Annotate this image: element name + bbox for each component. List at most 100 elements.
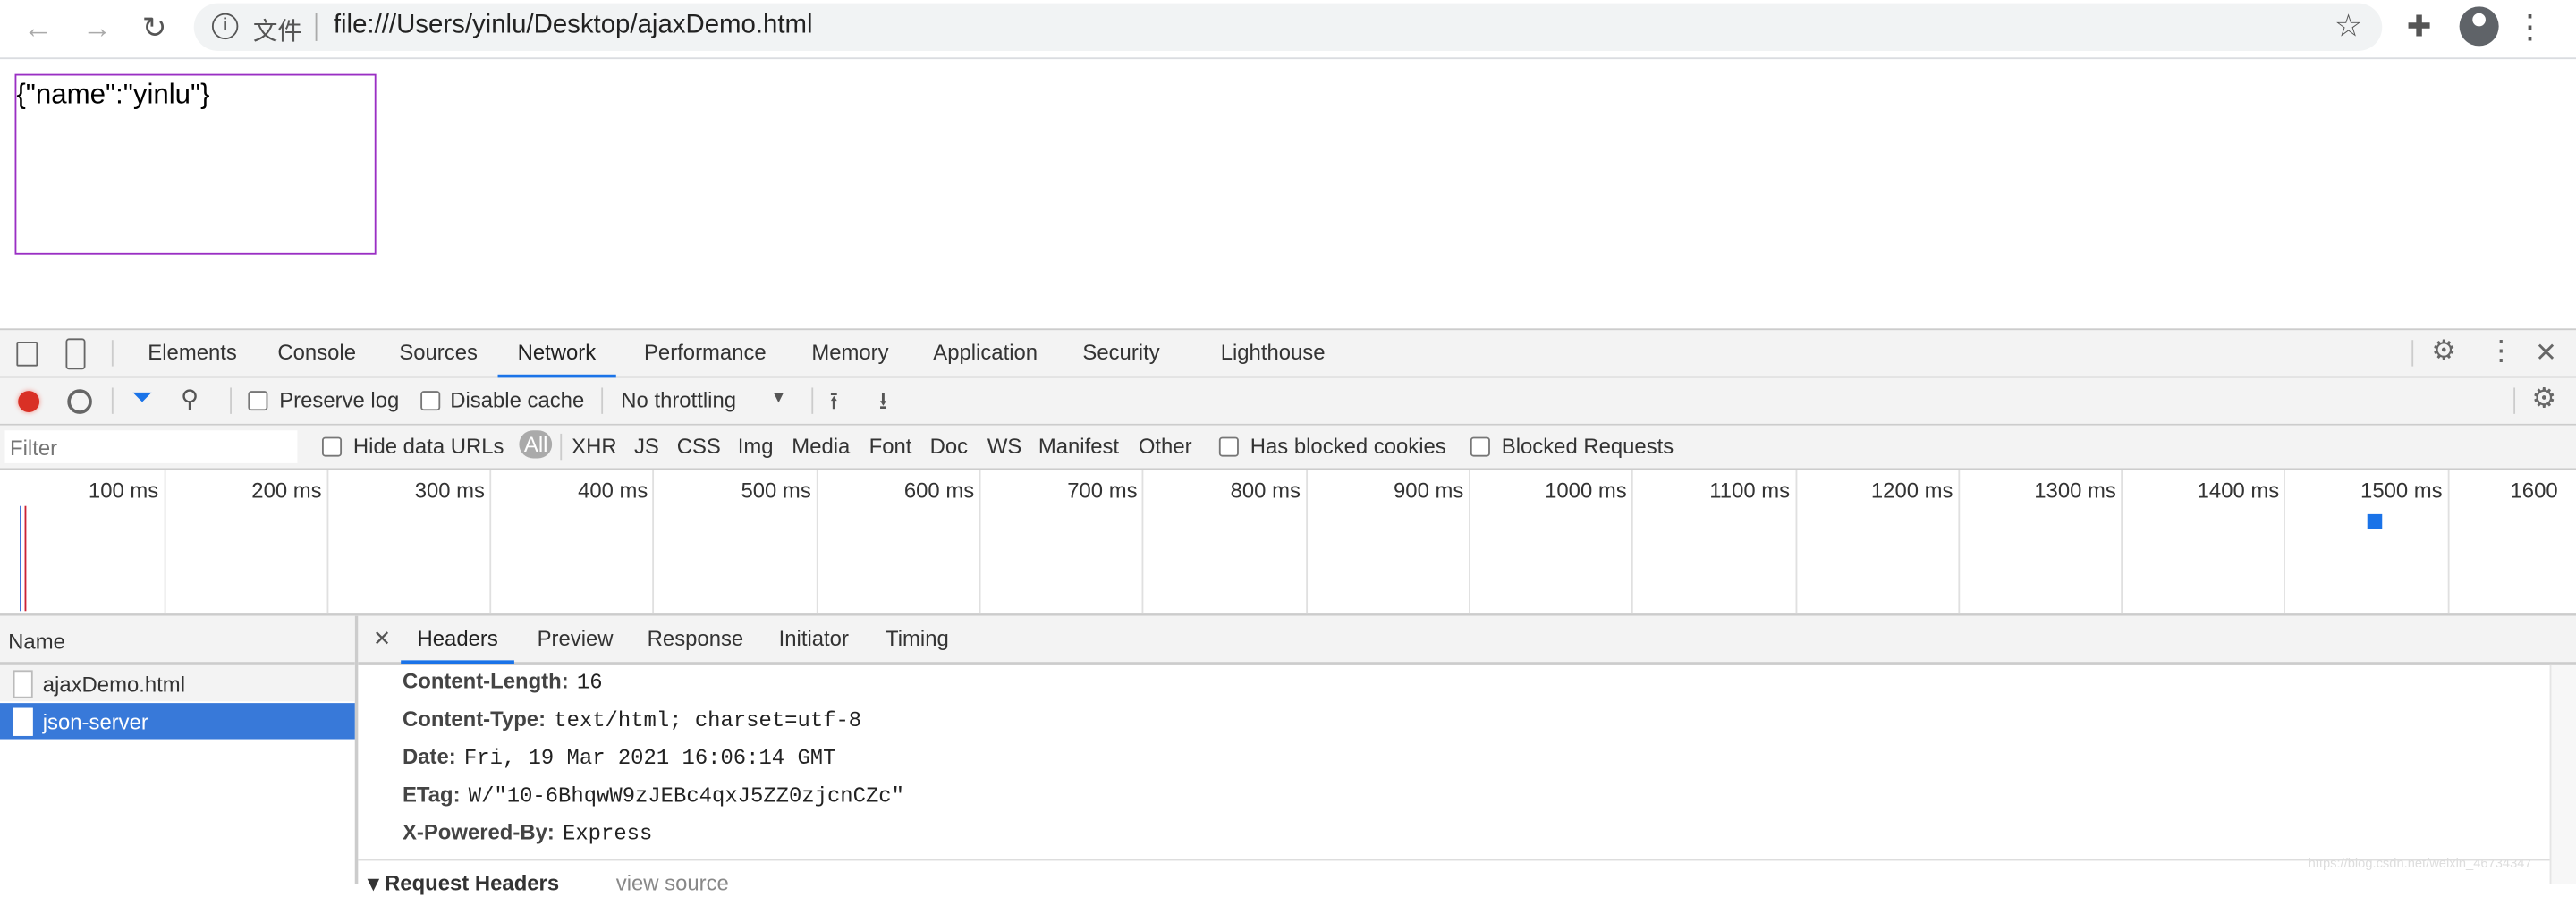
filter-type-ws[interactable]: WS [987, 434, 1021, 459]
network-settings-icon[interactable]: ⚙ [2531, 383, 2556, 416]
timeline-gridline [2284, 470, 2286, 614]
timeline-gridline [2121, 470, 2123, 614]
timeline-tick-label: 700 ms [1067, 478, 1138, 504]
timeline-gridline [326, 470, 328, 614]
back-icon[interactable]: ← [20, 10, 55, 46]
timeline-tick-label: 200 ms [251, 478, 322, 504]
header-value: 16 [576, 670, 603, 695]
extensions-icon[interactable]: ✚ [2407, 10, 2432, 45]
view-source-link[interactable]: view source [616, 870, 729, 895]
timeline-gridline [979, 470, 981, 614]
blocked-requests-checkbox[interactable] [1470, 436, 1490, 457]
search-icon[interactable]: ⚲ [181, 385, 199, 414]
timeline-tick-label: 1200 ms [1870, 478, 1953, 504]
filter-type-font[interactable]: Font [869, 434, 912, 459]
request-row[interactable]: ajaxDemo.html [0, 664, 355, 702]
divider [560, 433, 563, 461]
detail-tab-initiator[interactable]: Initiator [775, 616, 852, 662]
clear-icon[interactable] [67, 389, 92, 414]
throttling-select[interactable]: No throttling [621, 387, 736, 412]
header-name: X-Powered-By: [402, 819, 555, 845]
star-icon[interactable]: ☆ [2334, 8, 2362, 46]
header-name: Content-Length: [402, 668, 569, 694]
close-detail-icon[interactable]: ✕ [373, 626, 391, 652]
inspect-icon[interactable] [16, 342, 38, 367]
timeline-gridline [1794, 470, 1797, 614]
tab-network[interactable]: Network [497, 330, 616, 378]
more-options-icon[interactable]: ⋮ [2487, 335, 2515, 368]
close-devtools-icon[interactable]: ✕ [2535, 337, 2557, 370]
response-header: X-Powered-By: Express [402, 820, 652, 846]
devtools-tabbar: Elements Console Sources Network Performance… [0, 328, 2576, 378]
tab-application[interactable]: Application [930, 330, 1041, 376]
timeline-gridline [816, 470, 818, 614]
address-bar[interactable]: i 文件 file:///Users/yinlu/Desktop/ajaxDem… [193, 3, 2383, 51]
tab-lighthouse[interactable]: Lighthouse [1217, 330, 1328, 376]
request-row[interactable]: json-server [0, 703, 355, 740]
network-toolbar: ⏷ ⚲ Preserve log Disable cache No thrott… [0, 377, 2576, 426]
more-icon[interactable]: ⋮ [2513, 6, 2546, 47]
detail-tab-timing[interactable]: Timing [882, 616, 952, 662]
import-har-icon[interactable]: ⭱ [830, 385, 839, 426]
filter-type-js[interactable]: JS [634, 434, 659, 459]
reload-icon[interactable]: ↻ [136, 10, 172, 46]
detail-tab-headers[interactable]: Headers [401, 616, 515, 664]
filter-type-img[interactable]: Img [738, 434, 774, 459]
filter-type-doc[interactable]: Doc [930, 434, 968, 459]
export-har-icon[interactable]: ⭳ [879, 385, 888, 426]
filter-icon[interactable]: ⏷ [131, 385, 153, 414]
filter-type-other[interactable]: Other [1139, 434, 1192, 459]
filter-type-manifest[interactable]: Manifest [1038, 434, 1119, 459]
timeline-tick-label: 100 ms [88, 478, 159, 504]
disable-cache-checkbox[interactable] [420, 391, 441, 411]
timeline-gridline [1958, 470, 1960, 614]
timeline-tick-label: 1000 ms [1545, 478, 1627, 504]
timeline-gridline [1305, 470, 1308, 614]
response-header: ETag: W/"10-6BhqwW9zJEBc4qxJ5ZZ0zjcnCZc" [402, 782, 904, 808]
timeline-tick-label: 1400 ms [2197, 478, 2280, 504]
settings-icon[interactable]: ⚙ [2431, 335, 2456, 368]
tab-security[interactable]: Security [1080, 330, 1164, 376]
hide-data-urls-checkbox[interactable] [321, 436, 343, 457]
tab-memory[interactable]: Memory [809, 330, 893, 376]
header-value: Fri, 19 Mar 2021 16:06:14 GMT [463, 745, 836, 771]
record-icon[interactable] [18, 391, 40, 413]
header-name: Date: [402, 744, 456, 769]
has-blocked-cookies-label: Has blocked cookies [1250, 433, 1446, 459]
has-blocked-cookies-checkbox[interactable] [1218, 436, 1239, 457]
profile-icon[interactable] [2459, 6, 2499, 47]
timeline-tick-label: 1500 ms [2360, 478, 2443, 504]
info-icon[interactable]: i [211, 13, 239, 40]
response-header: Content-Type: text/html; charset=utf-8 [402, 707, 861, 732]
disable-cache-label: Disable cache [450, 387, 585, 413]
header-value: text/html; charset=utf-8 [554, 707, 862, 733]
scrollbar[interactable] [2549, 664, 2576, 884]
chevron-down-icon[interactable]: ▼ [770, 389, 786, 407]
detail-tab-preview[interactable]: Preview [534, 616, 616, 662]
preserve-log-checkbox[interactable] [248, 391, 268, 411]
detail-tab-response[interactable]: Response [644, 616, 747, 662]
forward-icon[interactable]: → [79, 10, 114, 46]
tab-performance[interactable]: Performance [640, 330, 769, 376]
filter-type-media[interactable]: Media [792, 434, 850, 459]
browser-toolbar: ← → ↻ i 文件 file:///Users/yinlu/Desktop/a… [0, 0, 2576, 60]
request-headers-section[interactable]: ▾ Request Headers [368, 870, 559, 896]
domcontentloaded-marker [20, 505, 21, 612]
name-column-header[interactable]: Name [8, 629, 65, 654]
url-text[interactable]: file:///Users/yinlu/Desktop/ajaxDemo.htm… [334, 12, 813, 41]
timeline-gridline [163, 470, 165, 614]
tab-sources[interactable]: Sources [396, 330, 481, 376]
tab-elements[interactable]: Elements [145, 330, 241, 376]
tab-console[interactable]: Console [275, 330, 360, 376]
detail-panel: ✕ Headers Preview Response Initiator Timing … [358, 615, 2576, 895]
timeline-tick-label: 1100 ms [1709, 478, 1791, 504]
filter-type-css[interactable]: CSS [677, 434, 721, 459]
requests-panel: Name ajaxDemo.html json-server [0, 615, 359, 884]
filter-type-xhr[interactable]: XHR [572, 434, 616, 459]
timeline-gridline [489, 470, 492, 614]
filter-input[interactable] [4, 430, 298, 463]
response-text: {"name":"yinlu"} [16, 79, 210, 111]
filter-type-all[interactable]: All [519, 430, 553, 459]
device-toggle-icon[interactable] [65, 338, 86, 370]
timeline-gridline [1468, 470, 1470, 614]
